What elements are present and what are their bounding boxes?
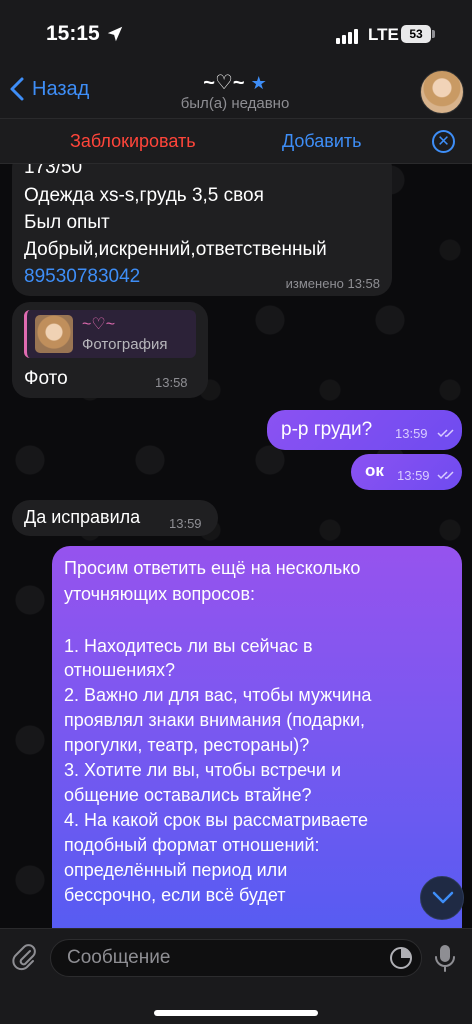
message-bubble-incoming[interactable]: 173/50 Одежда xs-s,грудь 3,5 своя Был оп… xyxy=(12,164,392,296)
message-line: Просим ответить ещё на несколько xyxy=(64,558,361,578)
message-time: 13:59 xyxy=(169,516,202,531)
message-text: Да исправила xyxy=(24,507,141,527)
message-line: прогулки, театр, рестораны)? xyxy=(64,735,310,755)
chat-name: ~♡~ xyxy=(203,72,245,94)
reply-photo-thumbnail xyxy=(35,315,73,353)
status-bar: 15:15 LTE 53 xyxy=(0,0,472,66)
message-line: проявлял знаки внимания (подарки, xyxy=(64,710,366,730)
message-input-bar: Сообщение xyxy=(0,928,472,1024)
reply-preview[interactable]: ~♡~ Фотография xyxy=(24,310,196,358)
message-line: определённый период или xyxy=(64,860,288,880)
reply-text: Фотография xyxy=(82,336,168,353)
back-label: Назад xyxy=(32,77,90,100)
message-text: ок xyxy=(365,461,384,480)
message-line: 173/50 xyxy=(24,164,83,178)
read-checkmarks-icon xyxy=(437,429,454,438)
chat-title[interactable]: ~♡~ ★ xyxy=(150,70,320,95)
contact-action-bar: Заблокировать Добавить ✕ xyxy=(0,118,472,164)
battery-tip xyxy=(432,30,435,38)
chevron-down-icon xyxy=(432,891,454,904)
scroll-to-bottom-button[interactable] xyxy=(420,876,464,920)
message-bubble-outgoing[interactable]: Просим ответить ещё на несколько уточняю… xyxy=(52,546,462,928)
chat-header: Назад ~♡~ ★ был(а) недавно xyxy=(0,66,472,118)
chat-status: был(а) недавно xyxy=(180,95,290,112)
message-line: 4. На какой срок вы рассматриваете xyxy=(64,810,369,830)
battery-icon: 53 xyxy=(401,25,431,43)
message-line: общение оставались втайне? xyxy=(64,785,312,805)
message-bubble-outgoing[interactable]: р-р груди? 13:59 xyxy=(267,410,462,450)
sticker-icon[interactable] xyxy=(388,945,414,971)
block-button[interactable]: Заблокировать xyxy=(70,131,196,152)
star-icon: ★ xyxy=(250,73,267,93)
attachment-icon[interactable] xyxy=(12,943,38,973)
message-line: Добрый,искренний,ответственный xyxy=(24,239,327,260)
message-line: бессрочно, если всё будет xyxy=(64,885,286,905)
close-icon[interactable]: ✕ xyxy=(432,130,455,153)
read-checkmarks-icon xyxy=(437,471,454,480)
network-type: LTE xyxy=(368,25,399,44)
message-line: отношениях? xyxy=(64,660,176,680)
chevron-left-icon xyxy=(10,77,24,101)
message-bubble-outgoing[interactable]: ок 13:59 xyxy=(351,454,462,490)
message-line: Был опыт xyxy=(24,212,110,233)
message-line: подобный формат отношений: xyxy=(64,835,320,855)
message-text: Фото xyxy=(24,368,68,389)
avatar[interactable] xyxy=(420,70,464,114)
message-time: 13:59 xyxy=(395,426,428,441)
reply-author: ~♡~ xyxy=(82,316,116,333)
message-line: 1. Находитесь ли вы сейчас в xyxy=(64,636,313,656)
message-bubble-incoming[interactable]: Да исправила 13:59 xyxy=(12,500,218,536)
message-bubble-incoming[interactable]: ~♡~ Фотография Фото 13:58 xyxy=(12,302,208,398)
message-line: уточняющих вопросов: xyxy=(64,584,256,604)
status-time: 15:15 xyxy=(46,22,100,45)
add-contact-button[interactable]: Добавить xyxy=(282,131,362,152)
location-arrow-icon xyxy=(107,26,123,42)
signal-icon xyxy=(336,29,358,44)
message-list[interactable]: 173/50 Одежда xs-s,грудь 3,5 своя Был оп… xyxy=(0,164,472,928)
message-input[interactable]: Сообщение xyxy=(50,939,422,977)
message-line: 2. Важно ли для вас, чтобы мужчина xyxy=(64,685,372,705)
message-line: 3. Хотите ли вы, чтобы встречи и xyxy=(64,760,342,780)
message-time: изменено 13:58 xyxy=(285,276,380,291)
microphone-icon[interactable] xyxy=(434,943,456,973)
back-button[interactable]: Назад xyxy=(8,76,89,102)
home-indicator xyxy=(154,1010,318,1016)
phone-link[interactable]: 89530783042 xyxy=(24,266,140,288)
message-time: 13:59 xyxy=(397,468,430,483)
message-line: Одежда xs-s,грудь 3,5 своя xyxy=(24,185,264,206)
message-text: р-р груди? xyxy=(281,419,373,440)
message-time: 13:58 xyxy=(155,375,188,390)
